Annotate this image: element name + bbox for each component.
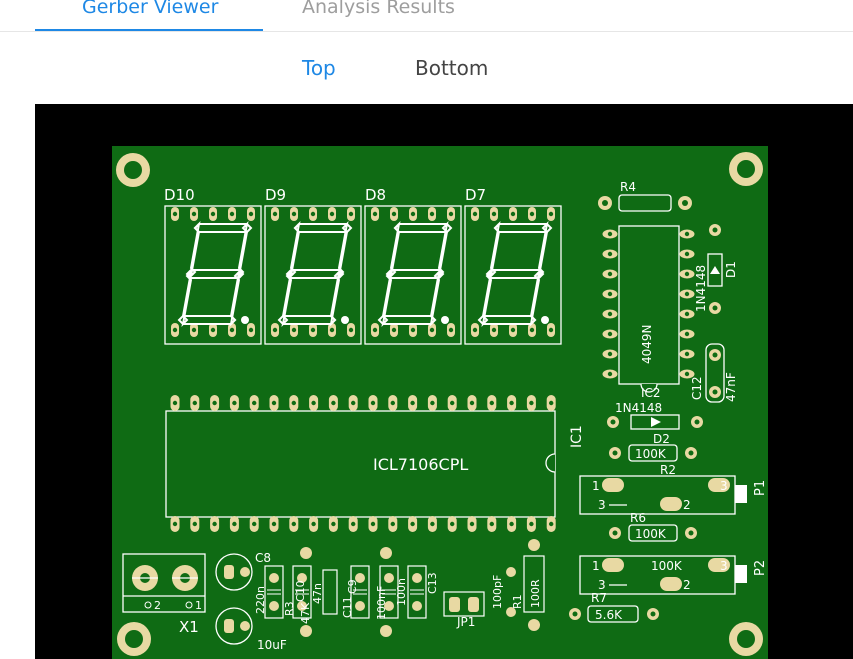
label-ic2: IC2: [641, 386, 661, 400]
label-4049n: 4049N: [640, 324, 654, 364]
label-d1: D1: [724, 261, 738, 278]
label-d8: D8: [365, 186, 386, 204]
label-r3: R3: [283, 601, 296, 616]
tab-gerber-viewer[interactable]: Gerber Viewer: [82, 0, 218, 20]
label-100nf: 100nF: [375, 586, 388, 620]
label-100n: 100n: [395, 578, 408, 606]
pcb-render: D10 D9 D8 D7 ICL7106CPL IC1 4049N IC2 R4…: [112, 146, 768, 659]
label-47k: 47K: [299, 602, 312, 624]
tab-bar: Gerber Viewer Analysis Results: [0, 0, 853, 32]
label-c10: C10: [294, 580, 307, 602]
label-220n: 220n: [254, 586, 267, 614]
label-x1: X1: [179, 618, 199, 636]
label-47n: 47n: [311, 583, 324, 604]
label-5-6k: 5.6K: [595, 608, 623, 622]
layer-tab-bottom[interactable]: Bottom: [415, 55, 488, 81]
label-c12: C12: [690, 376, 704, 400]
label-r6: R6: [630, 511, 646, 525]
label-1n4148-d1: 1N4148: [694, 265, 708, 312]
label-10uf: 10uF: [257, 638, 287, 652]
label-r4: R4: [620, 180, 636, 194]
label-c11: C11: [341, 596, 354, 618]
label-jp1: JP1: [456, 615, 475, 629]
p2-pin-1: 1: [592, 559, 600, 573]
label-c13: C13: [426, 572, 439, 594]
label-r1: R1: [511, 594, 524, 609]
label-d2: D2: [653, 432, 670, 446]
label-p1: P1: [753, 480, 768, 496]
label-100r: 100R: [529, 579, 542, 608]
label-c9: C9: [346, 579, 359, 594]
layer-tab-top[interactable]: Top: [302, 55, 336, 81]
label-r7: R7: [591, 591, 607, 605]
label-100k-p2: 100K: [651, 559, 683, 573]
chip-label: ICL7106CPL: [373, 455, 468, 474]
label-d10: D10: [164, 186, 195, 204]
p1-pin-2: 2: [683, 498, 691, 512]
label-d7: D7: [465, 186, 486, 204]
label-100pf: 100pF: [491, 575, 504, 609]
p2-pin-3-right: 3: [720, 559, 728, 573]
label-100k-r2: 100K: [635, 447, 667, 461]
label-d9: D9: [265, 186, 286, 204]
label-r2: R2: [660, 463, 676, 477]
gerber-canvas[interactable]: D10 D9 D8 D7 ICL7106CPL IC1 4049N IC2 R4…: [35, 104, 853, 659]
active-tab-indicator: [35, 29, 263, 31]
p1-pin-3-right: 3: [720, 479, 728, 493]
label-p2: P2: [753, 560, 768, 576]
label-100k-r6: 100K: [635, 527, 667, 541]
x1-pin-2: 2: [154, 599, 161, 612]
label-c8: C8: [255, 551, 271, 565]
x1-pin-1: 1: [195, 599, 202, 612]
label-47nf: 47nF: [724, 372, 738, 402]
label-ic1: IC1: [569, 425, 585, 448]
p1-pin-1: 1: [592, 479, 600, 493]
p2-pin-3: 3: [598, 578, 606, 592]
label-1n4148-d2: 1N4148: [615, 401, 662, 415]
p1-pin-3: 3: [598, 498, 606, 512]
tab-analysis-results[interactable]: Analysis Results: [302, 0, 455, 20]
p2-pin-2: 2: [683, 578, 691, 592]
